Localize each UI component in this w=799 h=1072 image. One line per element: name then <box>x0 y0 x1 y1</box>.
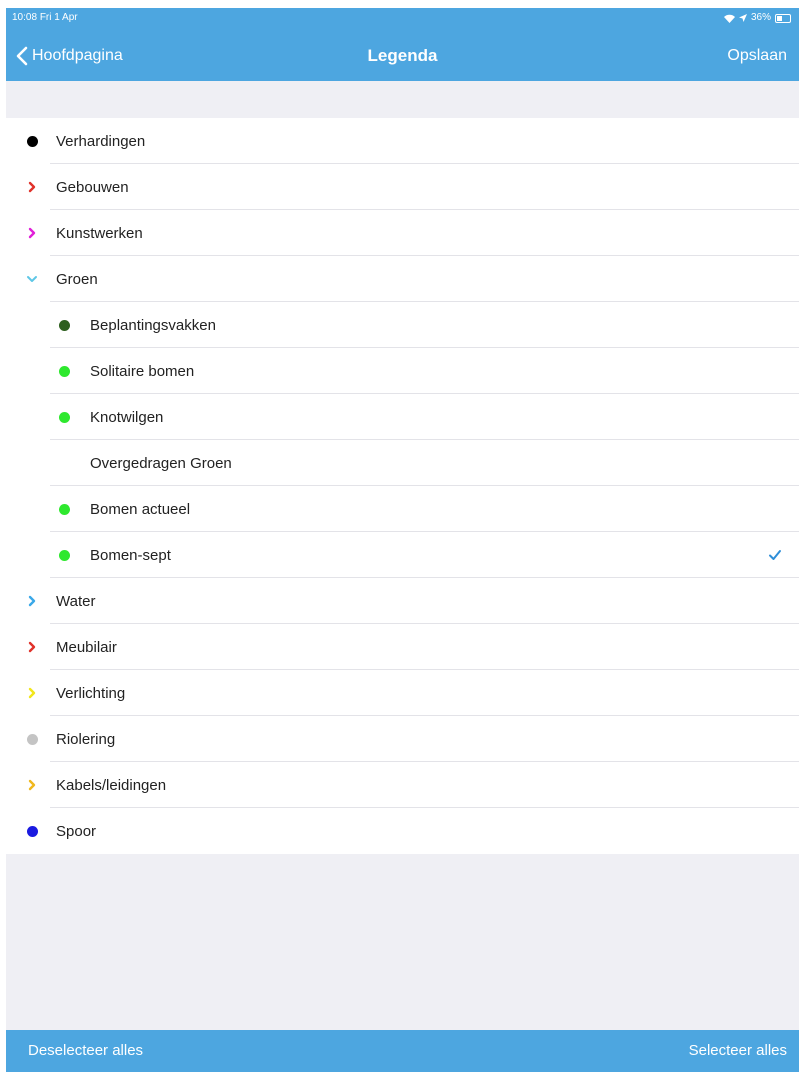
legend-item-label: Kabels/leidingen <box>56 776 167 794</box>
legend-list: Verhardingen Gebouwen Kunstwerken Groen Bepl… <box>6 118 799 854</box>
legend-item-label: Beplantingsvakken <box>90 316 216 334</box>
legend-item-label: Groen <box>56 270 98 288</box>
legend-item-label: Bomen actueel <box>90 500 191 518</box>
legend-item[interactable]: Bomen actueel <box>6 486 799 532</box>
battery-icon <box>775 13 791 23</box>
select-all-button[interactable]: Selecteer alles <box>689 1030 787 1072</box>
chevron-right-icon <box>24 639 40 655</box>
legend-item-label: Water <box>56 592 96 610</box>
legend-item[interactable]: Gebouwen <box>6 164 799 210</box>
status-bar: 10:08 Fri 1 Apr 36% <box>6 8 799 28</box>
color-dot-icon <box>24 133 40 149</box>
status-indicators: 36% <box>723 8 791 28</box>
status-date: Fri 1 Apr <box>39 12 78 23</box>
nav-bar: Hoofdpagina Legenda Opslaan <box>6 36 799 76</box>
legend-item[interactable]: Beplantingsvakken <box>6 302 799 348</box>
legend-item[interactable]: Overgedragen Groen <box>6 440 799 486</box>
color-dot-icon <box>56 409 72 425</box>
legend-item-label: Knotwilgen <box>90 408 164 426</box>
chevron-right-icon <box>24 777 40 793</box>
legend-item[interactable]: Meubilair <box>6 624 799 670</box>
status-time-date: 10:08 Fri 1 Apr <box>12 8 78 28</box>
legend-item-label: Riolering <box>56 730 116 748</box>
chevron-right-icon <box>24 685 40 701</box>
footer-toolbar: Deselecteer alles Selecteer alles <box>6 1030 799 1072</box>
legend-item-label: Spoor <box>56 822 97 840</box>
battery-percentage: 36% <box>750 12 771 23</box>
save-button[interactable]: Opslaan <box>727 36 787 76</box>
legend-item[interactable]: Water <box>6 578 799 624</box>
legend-item[interactable]: Spoor <box>6 808 799 854</box>
legend-item-label: Overgedragen Groen <box>90 454 232 472</box>
legend-item[interactable]: Riolering <box>6 716 799 762</box>
screen: 10:08 Fri 1 Apr 36% Hoofdpagina Legenda … <box>6 8 799 1072</box>
wifi-icon <box>723 14 735 23</box>
legend-item-label: Meubilair <box>56 638 117 656</box>
checkmark-icon <box>767 547 783 563</box>
legend-item[interactable]: Verlichting <box>6 670 799 716</box>
legend-item-label: Solitaire bomen <box>90 362 195 380</box>
legend-item-label: Kunstwerken <box>56 224 143 242</box>
legend-item[interactable]: Verhardingen <box>6 118 799 164</box>
chevron-right-icon <box>24 593 40 609</box>
legend-item[interactable]: Kabels/leidingen <box>6 762 799 808</box>
color-dot-icon <box>56 317 72 333</box>
color-dot-icon <box>24 731 40 747</box>
legend-item[interactable]: Groen <box>6 256 799 302</box>
legend-item[interactable]: Solitaire bomen <box>6 348 799 394</box>
legend-item-label: Bomen-sept <box>90 546 171 564</box>
status-time: 10:08 <box>12 12 38 23</box>
chevron-right-icon <box>24 225 40 241</box>
page-title: Legenda <box>367 46 438 65</box>
color-dot-icon <box>24 823 40 839</box>
legend-item-label: Verhardingen <box>56 132 146 150</box>
color-dot-icon <box>56 547 72 563</box>
legend-item[interactable]: Bomen-sept <box>6 532 799 578</box>
chevron-right-icon <box>24 179 40 195</box>
legend-item-label: Verlichting <box>56 684 126 702</box>
navigation-header: 10:08 Fri 1 Apr 36% Hoofdpagina Legenda … <box>6 8 799 81</box>
legend-item[interactable]: Kunstwerken <box>6 210 799 256</box>
legend-item-label: Gebouwen <box>56 178 129 196</box>
deselect-all-button[interactable]: Deselecteer alles <box>28 1030 143 1072</box>
color-dot-icon <box>56 501 72 517</box>
legend-item[interactable]: Knotwilgen <box>6 394 799 440</box>
chevron-down-icon <box>24 271 40 287</box>
empty-marker <box>56 455 72 471</box>
location-icon <box>738 14 747 22</box>
color-dot-icon <box>56 363 72 379</box>
